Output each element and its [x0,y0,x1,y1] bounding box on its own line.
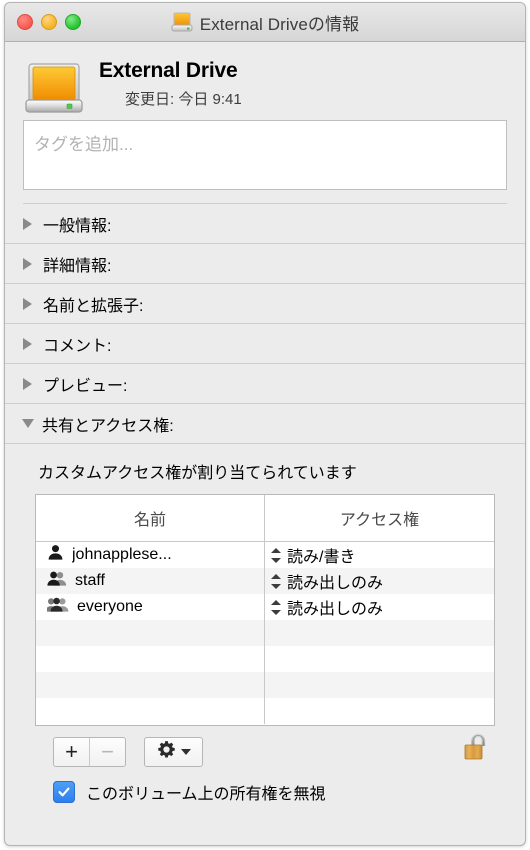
empty-cell [264,698,494,724]
lock-icon[interactable] [461,730,491,764]
minimize-button[interactable] [41,14,57,30]
table-header-row: 名前 アクセス権 [36,495,494,542]
everyone-users-icon [45,596,69,618]
window-titlebar: External Driveの情報 [5,3,525,42]
table-empty-row [36,672,494,698]
row-name: staff [75,572,105,589]
table-row[interactable]: everyone 読み出しのみ [36,594,494,620]
zoom-button[interactable] [65,14,81,30]
empty-cell [36,672,264,698]
stepper-icon [271,573,282,590]
table-row[interactable]: staff 読み出しのみ [36,568,494,594]
section-name-extension[interactable]: 名前と拡張子: [5,284,525,324]
row-privilege: 読み出しのみ [287,601,384,618]
section-sharing-permissions[interactable]: 共有とアクセス権: [5,404,525,444]
custom-permissions-note: カスタムアクセス権が割り当てられています [38,465,357,482]
add-remove-segmented-control: + − [53,737,126,767]
chevron-right-icon [23,217,32,230]
ignore-ownership-checkbox[interactable] [53,781,75,803]
modified-date: 変更日: 今日 9:41 [125,91,242,108]
tag-input[interactable]: タグを追加... [23,120,507,190]
section-label: プレビュー: [43,377,128,395]
ignore-ownership-label: このボリューム上の所有権を無視 [86,786,326,803]
section-preview[interactable]: プレビュー: [5,364,525,404]
row-name: everyone [77,598,143,615]
tag-field-container: タグを追加... [5,120,525,204]
section-comments[interactable]: コメント: [5,324,525,364]
get-info-window: External Driveの情報 External Drive 変更日: 今日… [4,2,526,846]
permissions-panel: カスタムアクセス権が割り当てられています 名前 アクセス権 johnapples… [5,444,525,804]
section-label: 名前と拡張子: [43,297,144,315]
chevron-right-icon [23,257,32,270]
table-empty-row [36,646,494,672]
window-title: External Driveの情報 [199,14,360,34]
empty-cell [36,620,264,646]
stepper-icon [271,599,282,616]
chevron-down-icon [22,419,34,428]
add-user-button[interactable]: + [54,738,89,766]
section-label: コメント: [43,337,112,355]
info-header: External Drive 変更日: 今日 9:41 [5,42,525,120]
section-general[interactable]: 一般情報: [5,204,525,244]
window-title-group: External Driveの情報 [5,10,525,35]
row-privilege-cell[interactable]: 読み出しのみ [264,568,494,594]
permissions-toolbar: + − [23,726,507,768]
section-label: 共有とアクセス権: [42,417,174,435]
table-empty-row [36,620,494,646]
chevron-down-icon [180,749,191,755]
gear-icon [157,740,176,764]
empty-cell [264,620,494,646]
row-name-cell[interactable]: johnapplese... [36,542,264,568]
empty-cell [264,646,494,672]
table-empty-area [36,620,494,725]
table-row[interactable]: johnapplese... 読み/書き [36,542,494,568]
permissions-table: 名前 アクセス権 johnapplese... 読み/書き staff 読み出し… [35,494,495,726]
page-title: External Drive [99,59,238,82]
section-more-info[interactable]: 詳細情報: [5,244,525,284]
chevron-right-icon [23,297,32,310]
column-header-name[interactable]: 名前 [36,495,264,541]
row-privilege: 読み/書き [287,549,356,566]
ignore-ownership-row[interactable]: このボリューム上の所有権を無視 [23,768,507,804]
table-empty-row [36,698,494,724]
row-name: johnapplese... [72,546,172,563]
column-header-privilege[interactable]: アクセス権 [264,495,494,541]
row-privilege-cell[interactable]: 読み出しのみ [264,594,494,620]
chevron-right-icon [23,337,32,350]
external-drive-icon [23,58,85,118]
empty-cell [36,698,264,724]
row-privilege-cell[interactable]: 読み/書き [264,542,494,568]
external-drive-icon [171,12,193,32]
close-button[interactable] [17,14,33,30]
traffic-lights [17,14,81,30]
empty-cell [36,646,264,672]
empty-cell [264,672,494,698]
row-privilege: 読み出しのみ [287,575,384,592]
section-label: 詳細情報: [43,257,112,275]
header-texts: External Drive 変更日: 今日 9:41 [99,56,242,109]
group-users-icon [47,570,67,592]
section-label: 一般情報: [43,217,112,235]
chevron-right-icon [23,377,32,390]
remove-user-button: − [89,738,125,766]
single-user-icon [47,544,64,566]
action-menu-button[interactable] [144,737,203,767]
row-name-cell[interactable]: everyone [36,594,264,620]
row-name-cell[interactable]: staff [36,568,264,594]
stepper-icon [271,547,282,564]
